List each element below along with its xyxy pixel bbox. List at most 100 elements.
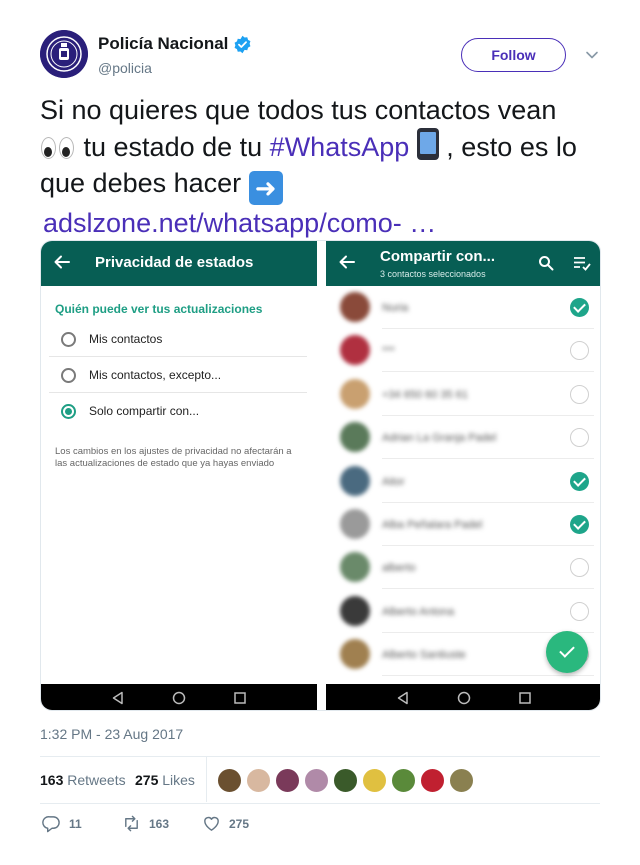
contact-avatar — [340, 552, 370, 583]
chevron-down-icon[interactable] — [584, 47, 600, 63]
like-count: 275 — [229, 816, 250, 831]
hashtag-link[interactable]: #WhatsApp — [270, 132, 410, 162]
tweet-text-part: Si no quieres que todos tus contactos ve… — [40, 95, 557, 125]
like-button[interactable]: 275 — [202, 814, 249, 833]
contact-name-text: +34 650 60 35 61 — [382, 388, 468, 401]
nav-back-icon — [397, 691, 408, 705]
contact-name-text: Adrian La Granja Padel — [382, 432, 497, 445]
contact-avatar — [340, 422, 370, 453]
contact-name: Alba Peñalara Padel — [382, 515, 516, 531]
contact-avatar — [340, 509, 370, 539]
tweet-media-image[interactable]: Privacidad de estados Quién puede ver tu… — [40, 240, 601, 711]
reply-button[interactable]: 11 — [42, 814, 82, 833]
retweets-stat[interactable]: 163 Retweets — [40, 772, 126, 788]
reply-icon — [42, 816, 60, 833]
row-divider — [382, 675, 594, 677]
author-handle[interactable]: @policia — [98, 60, 152, 76]
tweet-text: Si no quieres que todos tus contactos ve… — [40, 92, 600, 241]
author-display-name[interactable]: Policía Nacional — [98, 34, 228, 54]
contact-name: alberto — [382, 558, 516, 575]
checked-icon — [570, 298, 589, 317]
option-label: Mis contactos, excepto... — [89, 368, 222, 382]
contact-name: Adrian La Granja Padel — [382, 428, 516, 445]
retweet-count: 163 — [149, 816, 170, 831]
contact-name-text: Nuria — [382, 302, 409, 314]
privacy-note: Los cambios en los ajustes de privacidad… — [55, 446, 292, 469]
unchecked-icon — [570, 341, 589, 361]
checked-icon — [570, 471, 589, 491]
contact-name: Aitor — [382, 472, 516, 488]
retweets-label: Retweets — [67, 772, 126, 788]
privacy-option: Solo compartir con... — [49, 393, 307, 429]
police-badge-icon — [40, 30, 88, 78]
contact-name: Alberto Antona — [382, 602, 516, 618]
back-arrow-icon — [54, 255, 70, 269]
author-name-row: Policía Nacional — [98, 34, 252, 54]
liker-avatar[interactable] — [275, 768, 300, 793]
unchecked-icon — [570, 428, 589, 448]
contact-avatar — [340, 335, 370, 366]
back-arrow-icon — [339, 255, 355, 269]
liker-avatar[interactable] — [246, 768, 271, 793]
divider — [40, 756, 600, 757]
nav-home-icon — [457, 691, 471, 705]
liker-avatar[interactable] — [449, 768, 474, 793]
contact-name-text: Alberto Antona — [382, 605, 455, 618]
nav-recents-icon — [234, 692, 246, 704]
contact-name: Nuria — [382, 298, 516, 314]
contact-row: Adrian La Granja Padel — [326, 416, 600, 460]
tweet-actions: 11 163 275 — [40, 814, 600, 836]
retweets-count: 163 — [40, 772, 64, 788]
liker-avatar[interactable] — [304, 768, 329, 793]
checked-icon — [570, 515, 589, 534]
screen-title: Privacidad de estados — [95, 254, 254, 271]
likes-count: 275 — [135, 772, 159, 788]
liker-avatar[interactable] — [333, 768, 358, 793]
android-nav-bar — [326, 684, 600, 710]
likes-stat[interactable]: 275 Likes — [135, 772, 195, 788]
contact-avatar — [340, 639, 370, 670]
contact-name-text: Alba Peñalara Padel — [382, 519, 483, 531]
section-label: Quién puede ver tus actualizaciones — [55, 302, 263, 316]
contact-row: Alba Peñalara Padel — [326, 503, 600, 546]
confirm-fab-button — [546, 631, 588, 673]
privacy-option: Mis contactos, excepto... — [49, 357, 307, 393]
heart-icon — [204, 816, 219, 831]
contact-row: *** — [326, 329, 600, 373]
liker-avatar[interactable] — [391, 768, 416, 793]
liker-avatar[interactable] — [420, 768, 445, 793]
nav-home-icon — [172, 691, 186, 705]
mobile-phone-emoji-icon — [416, 128, 439, 160]
liker-avatar[interactable] — [217, 768, 242, 793]
follow-button[interactable]: Follow — [461, 38, 566, 72]
retweet-button[interactable]: 163 — [122, 814, 169, 833]
radio-icon — [61, 368, 76, 383]
stats-separator — [206, 756, 207, 802]
retweet-icon — [125, 815, 138, 832]
contact-avatar — [340, 292, 370, 322]
share-with-screenshot: Compartir con... 3 contactos seleccionad… — [326, 241, 600, 710]
privacy-screenshot: Privacidad de estados Quién puede ver tu… — [41, 241, 317, 710]
tweet-timestamp[interactable]: 1:32 PM - 23 Aug 2017 — [40, 726, 183, 742]
contact-avatar — [340, 378, 370, 409]
article-link[interactable]: adslzone.net/whatsapp/como- … — [40, 205, 600, 241]
contact-avatar — [340, 465, 370, 496]
tweet-text-part: tu estado de tu — [83, 132, 263, 162]
screen-subtitle: 3 contactos seleccionados — [380, 269, 486, 279]
likes-label: Likes — [162, 772, 195, 788]
contact-name: *** — [382, 341, 516, 357]
screen-title: Compartir con... — [380, 248, 496, 265]
contact-name-text: alberto — [382, 562, 416, 575]
option-label: Solo compartir con... — [89, 404, 200, 418]
nav-back-icon — [112, 691, 123, 705]
contact-row: alberto — [326, 546, 600, 590]
contact-name: +34 650 60 35 61 — [382, 385, 516, 401]
unchecked-icon — [570, 601, 589, 621]
eyes-emoji-icon — [40, 136, 76, 160]
radio-selected-icon — [61, 404, 76, 419]
whatsapp-toolbar: Compartir con... 3 contactos seleccionad… — [326, 241, 600, 286]
reply-count: 11 — [69, 816, 82, 831]
author-avatar[interactable] — [40, 30, 88, 78]
tweet-stats: 163 Retweets 275 Likes — [40, 756, 600, 802]
liker-avatar[interactable] — [362, 768, 387, 793]
